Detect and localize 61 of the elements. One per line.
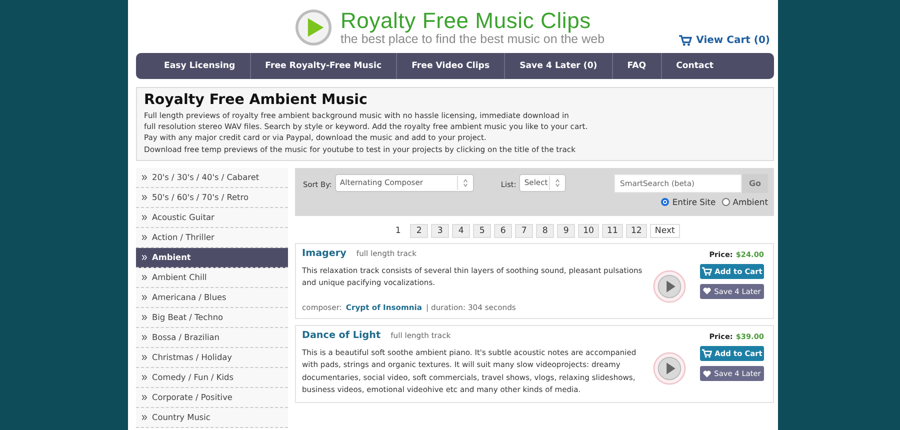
page-link[interactable]: 8	[536, 224, 554, 238]
category-link[interactable]: Ambient	[136, 248, 288, 268]
tagline: the best place to find the best music on the web	[340, 32, 605, 46]
heart-icon	[703, 287, 712, 296]
page-link[interactable]: 4	[452, 224, 470, 238]
category-link[interactable]: Bossa / Brazilian	[136, 328, 288, 348]
chevron-icon	[142, 294, 147, 300]
page-link[interactable]: 10	[578, 224, 600, 238]
cart-icon	[679, 35, 692, 46]
scope-radio[interactable]: Entire Site	[661, 196, 716, 207]
view-cart-link[interactable]: View Cart (0)	[679, 35, 770, 46]
category-link[interactable]: Comedy / Fun / Kids	[136, 368, 288, 388]
category-link[interactable]: Christmas / Holiday	[136, 348, 288, 368]
page-link[interactable]: 2	[410, 224, 428, 238]
nav-link[interactable]: Free Royalty-Free Music	[250, 53, 398, 79]
scope-radio[interactable]: Ambient	[722, 196, 768, 207]
play-button[interactable]	[653, 352, 686, 386]
category-link[interactable]: 50's / 60's / 70's / Retro	[136, 188, 288, 208]
chevron-icon	[142, 214, 147, 220]
category-link[interactable]: Americana / Blues	[136, 288, 288, 308]
chevron-icon	[142, 314, 147, 320]
page-link[interactable]: 12	[626, 224, 647, 238]
chevron-icon	[142, 254, 147, 260]
category-link[interactable]: Country Music	[136, 408, 288, 428]
category-link[interactable]: Ambient Chill	[136, 268, 288, 288]
page-link[interactable]: 1	[389, 224, 408, 238]
page-link[interactable]: 3	[431, 224, 450, 238]
chevron-icon	[142, 234, 147, 240]
chevron-icon	[142, 414, 147, 420]
track-title-link[interactable]: Imagery	[302, 248, 346, 259]
page-link[interactable]: Next	[650, 224, 680, 238]
site-title: Royalty Free Music Clips	[340, 10, 592, 32]
chevron-icon	[142, 394, 147, 400]
page-link[interactable]: 7	[515, 224, 534, 238]
page-link[interactable]: 5	[473, 224, 492, 238]
page-link[interactable]: 11	[602, 224, 623, 238]
chevron-icon	[142, 374, 147, 380]
chevron-icon	[142, 174, 147, 180]
chevron-icon	[142, 194, 147, 200]
page-link[interactable]: 9	[557, 224, 576, 238]
play-button[interactable]	[653, 270, 686, 303]
chevron-icon	[142, 334, 147, 340]
category-link[interactable]: Big Beat / Techno	[136, 308, 288, 328]
category-link[interactable]: Acoustic Guitar	[136, 208, 288, 228]
nav-link[interactable]: Contact	[662, 53, 728, 79]
nav-link[interactable]: FAQ	[612, 53, 662, 79]
cart-icon	[702, 349, 712, 358]
cart-icon	[702, 266, 712, 276]
chevron-icon	[142, 354, 147, 360]
category-link[interactable]: 20's / 30's / 40's / Cabaret	[136, 168, 288, 188]
track-title-link[interactable]: Dance of Light	[302, 330, 381, 342]
chevron-icon	[142, 274, 147, 280]
play-logo-icon	[295, 9, 332, 46]
nav-link[interactable]: Easy Licensing	[150, 53, 251, 79]
heart-icon	[703, 370, 712, 378]
category-link[interactable]: Action / Thriller	[136, 228, 288, 248]
page-heading: Royalty Free Ambient Music	[144, 92, 368, 108]
nav-link[interactable]: Save 4 Later (0)	[505, 53, 613, 79]
nav-link[interactable]: Free Video Clips	[397, 53, 506, 79]
page-link[interactable]: 6	[494, 224, 512, 238]
category-link[interactable]: Corporate / Positive	[136, 388, 288, 408]
